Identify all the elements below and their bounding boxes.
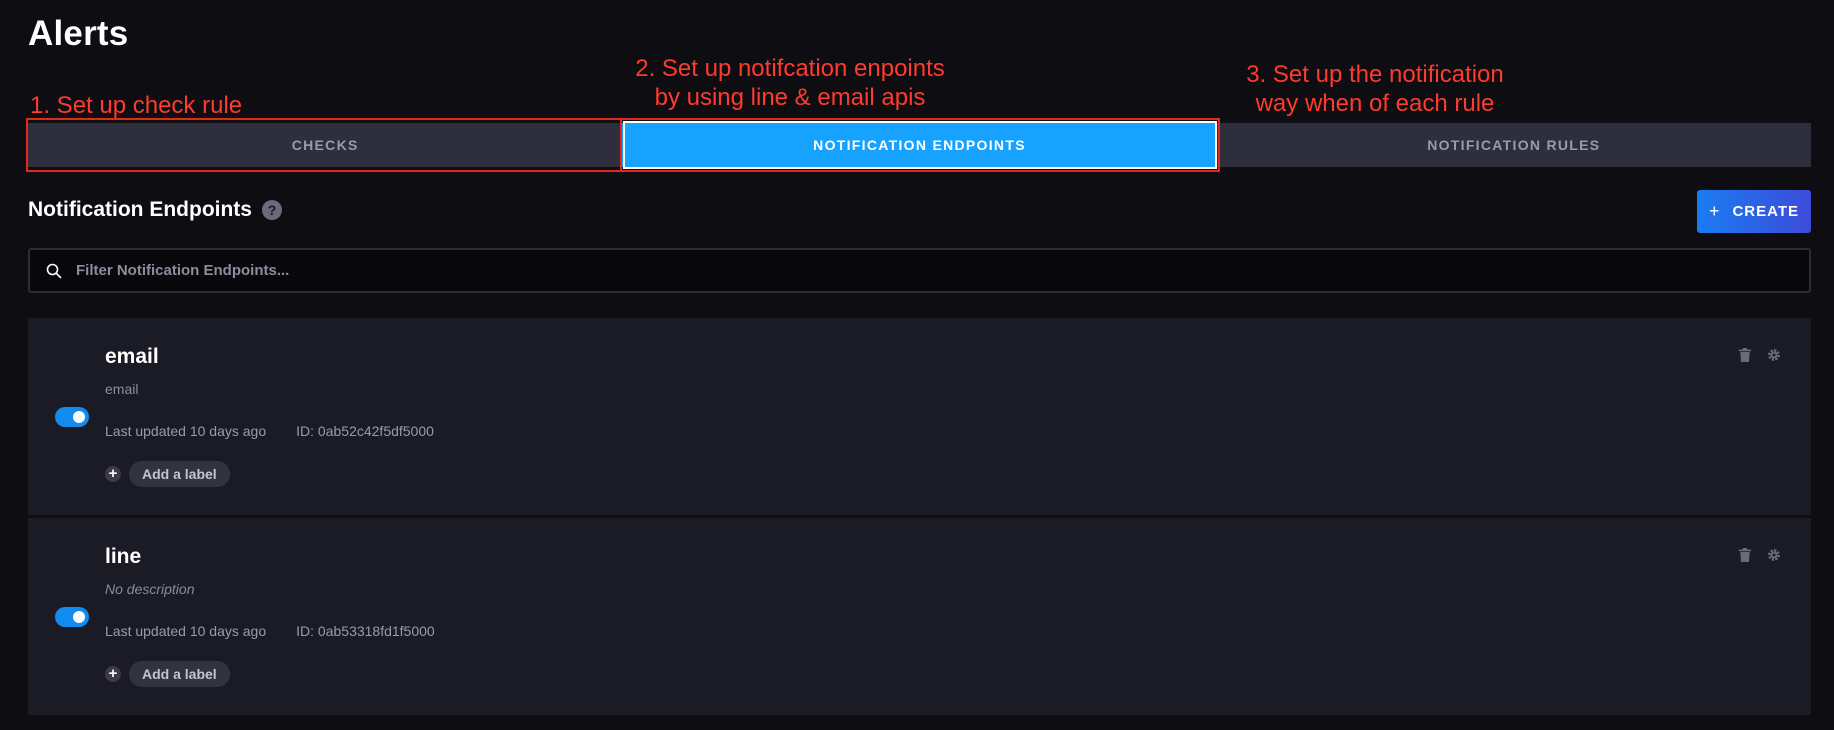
plus-icon: + [1708,201,1721,221]
toggle-knob [73,611,85,623]
last-updated-text: Last updated 10 days ago [105,623,267,639]
endpoint-meta: Last updated 10 days ago ID: 0ab53318fd1… [105,623,435,639]
endpoint-meta: Last updated 10 days ago ID: 0ab52c42f5d… [105,423,434,439]
endpoint-toggle[interactable] [55,407,89,427]
tab-bar: CHECKS NOTIFICATION ENDPOINTS NOTIFICATI… [28,123,1811,167]
annotation-step-3: 3. Set up the notification way when of e… [1246,61,1504,117]
page-title: Alerts [28,14,129,53]
add-label-button[interactable]: Add a label [129,661,230,687]
section-title: Notification Endpoints [28,198,252,221]
label-row: + Add a label [105,661,230,687]
annotation-step-1: 1. Set up check rule [30,92,243,119]
search-field[interactable] [28,248,1811,293]
section-header: Notification Endpoints ? [28,198,282,222]
endpoint-card-email: email email Last updated 10 days ago ID:… [28,318,1811,515]
create-button[interactable]: + CREATE [1697,190,1811,233]
card-actions [1739,348,1781,362]
endpoint-description[interactable]: No description [105,581,195,597]
question-circle-icon[interactable]: ? [261,200,282,220]
annotation-step-2: 2. Set up notifcation enpoints by using … [635,55,945,111]
label-row: + Add a label [105,461,230,487]
add-label-button[interactable]: Add a label [129,461,230,487]
search-input[interactable] [74,261,1678,280]
endpoint-card-line: line No description Last updated 10 days… [28,518,1811,715]
endpoint-id: ID: 0ab53318fd1f5000 [296,623,435,639]
last-updated-text: Last updated 10 days ago [105,423,267,439]
card-actions [1739,548,1781,562]
trash-icon[interactable] [1739,548,1751,562]
create-button-label: CREATE [1732,203,1800,220]
endpoint-description[interactable]: email [105,381,138,397]
tab-checks[interactable]: CHECKS [28,123,622,167]
add-label-plus-icon[interactable]: + [105,466,121,482]
search-icon [46,263,62,278]
toggle-knob [73,411,85,423]
trash-icon[interactable] [1739,348,1751,362]
gear-icon[interactable] [1767,548,1781,562]
endpoint-id: ID: 0ab52c42f5df5000 [296,423,434,439]
add-label-plus-icon[interactable]: + [105,666,121,682]
tab-notification-rules[interactable]: NOTIFICATION RULES [1217,123,1811,167]
endpoint-toggle[interactable] [55,607,89,627]
endpoint-name[interactable]: email [105,345,159,369]
tab-notification-endpoints[interactable]: NOTIFICATION ENDPOINTS [622,123,1217,167]
gear-icon[interactable] [1767,348,1781,362]
endpoint-name[interactable]: line [105,545,141,569]
